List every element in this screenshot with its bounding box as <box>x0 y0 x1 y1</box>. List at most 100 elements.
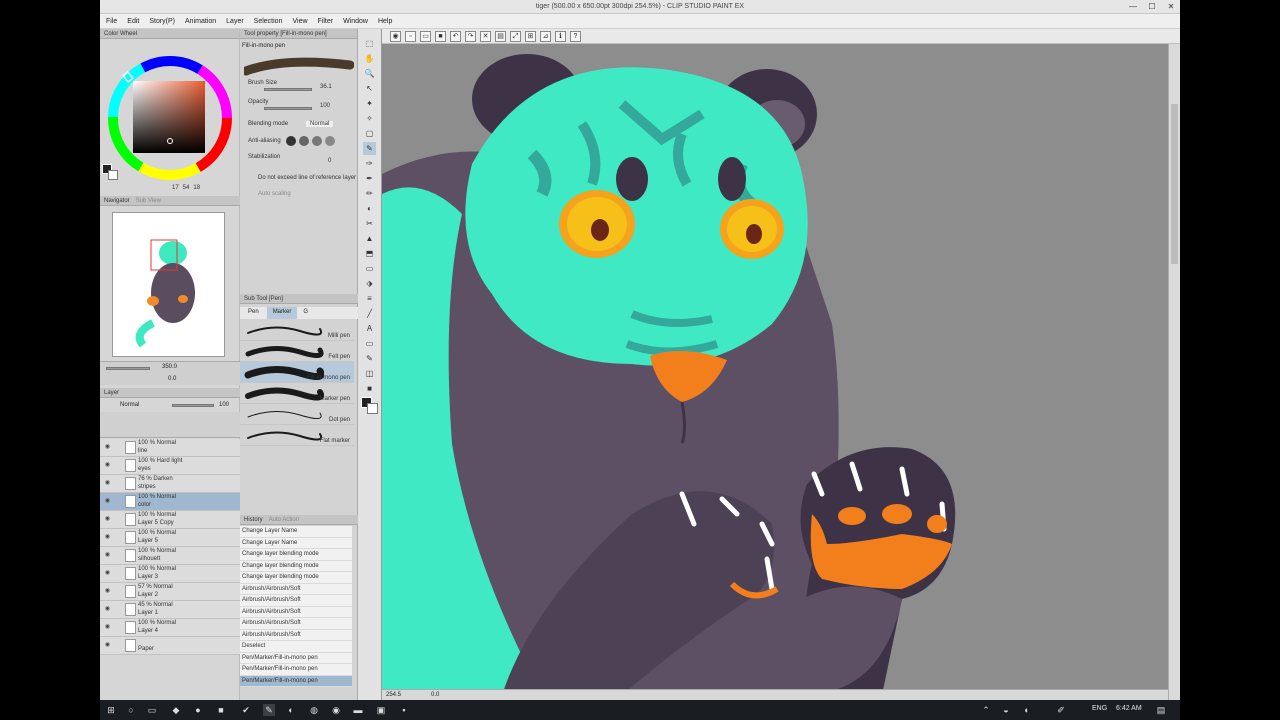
gradient-icon[interactable]: ⬒ <box>363 247 376 260</box>
eye-icon[interactable]: ◉ <box>390 30 401 42</box>
eye-icon[interactable]: ◉ <box>104 534 111 541</box>
eye-icon[interactable]: ◉ <box>104 462 111 469</box>
eye-icon[interactable]: ◉ <box>104 444 111 451</box>
taskbar-app-icon[interactable]: ■ <box>215 704 227 716</box>
canvas-zoom-status[interactable]: 254.5 <box>386 692 401 698</box>
menu-edit[interactable]: Edit <box>127 18 139 25</box>
layer-row[interactable]: ◉ 100 % Hard light eyes <box>100 457 240 475</box>
eye-icon[interactable]: ◉ <box>104 642 111 649</box>
sub-tool-tab[interactable]: Sub Tool [Pen] <box>244 296 283 302</box>
history-item[interactable]: Deselect <box>240 641 352 653</box>
tray-volume-icon[interactable]: ◖ <box>1020 704 1032 716</box>
eye-icon[interactable]: ◉ <box>104 606 111 613</box>
menu-help[interactable]: Help <box>378 18 392 25</box>
anti-aliasing-options[interactable] <box>286 136 335 146</box>
history-item[interactable]: Airbrush/Airbrush/Soft <box>240 583 352 595</box>
notification-icon[interactable]: ▤ <box>1155 704 1167 716</box>
marker-group-tab[interactable]: Marker <box>266 307 298 319</box>
open-file-icon[interactable]: ▭ <box>420 30 431 42</box>
windows-start-icon[interactable]: ⊞ <box>105 704 117 716</box>
menu-layer[interactable]: Layer <box>226 18 244 25</box>
g-group-tab[interactable]: G <box>297 307 314 319</box>
history-item[interactable]: Pen/Marker/Fill-in-mono pen <box>240 664 352 676</box>
sub-drawing-color[interactable] <box>367 403 378 414</box>
history-item[interactable]: Change layer blending mode <box>240 560 352 572</box>
fill-icon[interactable]: ▲ <box>363 232 376 245</box>
sub-tool-item[interactable]: Flat marker <box>240 425 354 446</box>
navigator-preview[interactable] <box>112 212 225 357</box>
decoration-icon[interactable]: ◐ <box>363 202 376 215</box>
folder-icon[interactable]: ▬ <box>352 704 364 716</box>
history-item[interactable]: Change Layer Name <box>240 537 352 549</box>
layer-tab[interactable]: Layer <box>104 390 119 396</box>
layer-row[interactable]: ◉ 100 % Normal Layer 4 <box>100 619 240 637</box>
layer-row[interactable]: ◉ 45 % Normal Layer 1 <box>100 601 240 619</box>
drawing-canvas[interactable] <box>382 44 1168 695</box>
layer-row[interactable]: ◉ 100 % Normal color <box>100 493 240 511</box>
layer-opacity-slider[interactable] <box>172 404 214 407</box>
clock-time[interactable]: 6:42 AM <box>1116 705 1142 712</box>
sub-tool-item[interactable]: Dot pen <box>240 404 354 425</box>
menu-story[interactable]: Story(P) <box>149 18 175 25</box>
auto-scaling-checkbox[interactable]: Auto scaling <box>258 191 291 197</box>
layer-opacity-value[interactable]: 100 <box>219 402 229 408</box>
tray-chevron-icon[interactable]: ⌃ <box>980 704 992 716</box>
navigator-angle[interactable]: 0.0 <box>168 376 176 382</box>
navigator-zoom-slider[interactable] <box>106 367 150 370</box>
figure-icon[interactable]: ▭ <box>363 262 376 275</box>
layer-row[interactable]: ◉ 76 % Darken stripes <box>100 475 240 493</box>
search-icon[interactable]: ○ <box>125 704 137 716</box>
line-icon[interactable]: ╱ <box>363 307 376 320</box>
balloon-icon[interactable]: ▭ <box>363 337 376 350</box>
move-icon[interactable]: ✦ <box>363 97 376 110</box>
new-file-icon[interactable]: ▫ <box>405 30 416 42</box>
eye-icon[interactable]: ◉ <box>104 624 111 631</box>
eye-icon[interactable]: ◉ <box>104 570 111 577</box>
history-item[interactable]: Change Layer Name <box>240 526 352 538</box>
magnifier-icon[interactable]: 🔍 <box>363 67 376 80</box>
text-icon[interactable]: A <box>363 322 376 335</box>
blend-icon[interactable]: ◫ <box>363 367 376 380</box>
menu-view[interactable]: View <box>292 18 307 25</box>
reference-layer-checkbox[interactable]: Do not exceed line of reference layer <box>258 175 356 181</box>
pen-group-tab[interactable]: Pen <box>240 307 267 319</box>
tool-property-tab[interactable]: Tool property [Fill-in-mono pen] <box>244 31 327 37</box>
frame-icon[interactable]: ⬗ <box>363 277 376 290</box>
layer-row[interactable]: ◉ 57 % Normal Layer 2 <box>100 583 240 601</box>
color-wheel[interactable] <box>103 51 238 191</box>
menu-window[interactable]: Window <box>343 18 368 25</box>
redo-icon[interactable]: ↷ <box>465 30 476 42</box>
taskbar-app-icon[interactable]: ▣ <box>375 704 387 716</box>
fill-icon[interactable]: ▤ <box>495 30 506 42</box>
menu-selection[interactable]: Selection <box>254 18 283 25</box>
transform-icon[interactable]: ⤢ <box>510 30 521 42</box>
layer-row[interactable]: ◉ 100 % Normal line <box>100 439 240 457</box>
eye-icon[interactable]: ◉ <box>104 552 111 559</box>
layer-row[interactable]: ◉ 100 % Normal Layer 5 <box>100 529 240 547</box>
clear-icon[interactable]: ✕ <box>480 30 491 42</box>
history-item[interactable]: Pen/Marker/Fill-in-mono pen <box>240 652 352 664</box>
menu-file[interactable]: File <box>106 18 117 25</box>
minimize-button[interactable]: — <box>1124 1 1142 13</box>
sub-tool-item[interactable]: Fill-in-mono pen <box>240 362 354 383</box>
history-item[interactable]: Airbrush/Airbrush/Soft <box>240 595 352 607</box>
canvas-vertical-scrollbar[interactable] <box>1168 44 1180 700</box>
close-button[interactable]: ✕ <box>1162 1 1180 13</box>
taskbar-app-icon[interactable]: ◆ <box>170 704 182 716</box>
correct-line-icon[interactable]: ✎ <box>363 352 376 365</box>
subview-tab[interactable]: Sub View <box>136 198 161 204</box>
taskbar-app-icon[interactable]: ✔ <box>240 704 252 716</box>
sub-color-swatch[interactable] <box>108 170 118 180</box>
color-wheel-tab[interactable]: Color Wheel <box>104 31 137 37</box>
menu-animation[interactable]: Animation <box>185 18 216 25</box>
taskbar-app-icon[interactable]: ● <box>192 704 204 716</box>
operation-icon[interactable]: ↖ <box>363 82 376 95</box>
tray-network-icon[interactable]: ◒ <box>1000 704 1012 716</box>
layer-row[interactable]: ◉ 100 % Normal silhouett <box>100 547 240 565</box>
snap-icon[interactable]: ⊞ <box>525 30 536 42</box>
eyedropper-icon[interactable]: ■ <box>363 382 376 395</box>
brush-size-value[interactable]: 36.1 <box>320 84 332 90</box>
clip-studio-taskbar-icon[interactable]: ✎ <box>263 704 275 716</box>
history-tab[interactable]: History <box>244 517 263 523</box>
lasso-icon[interactable]: ▢ <box>363 127 376 140</box>
